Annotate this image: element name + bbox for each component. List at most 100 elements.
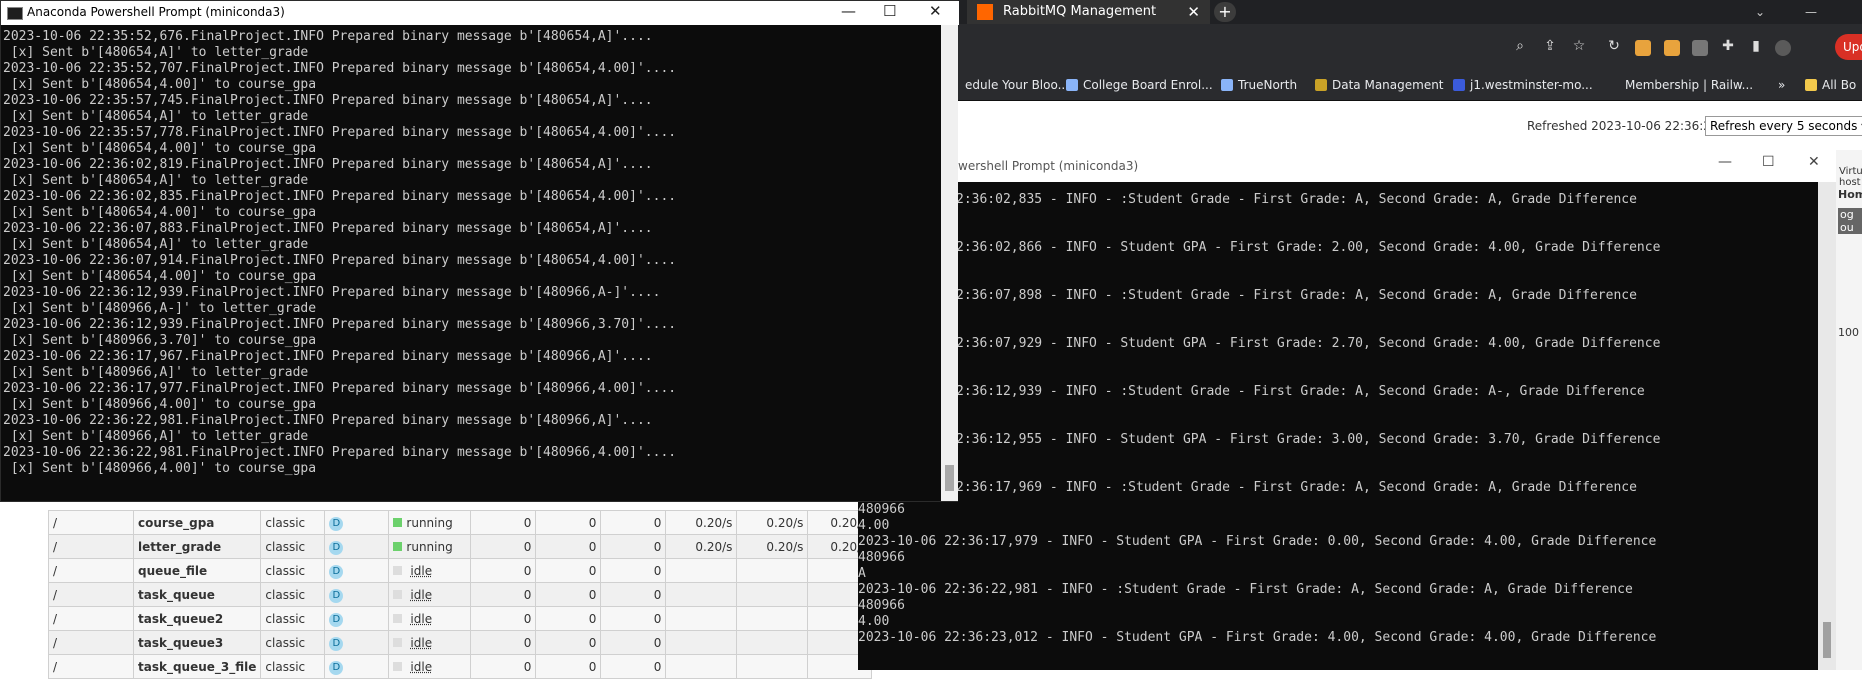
terminal-line: [x] Sent b'[480654,A]' to letter_grade bbox=[3, 173, 309, 188]
globe-icon bbox=[1066, 79, 1078, 91]
queue-cell-state: idle bbox=[388, 606, 472, 631]
queue-cell-name[interactable]: letter_grade bbox=[132, 534, 262, 559]
queue-cell-name[interactable]: task_queue3 bbox=[132, 630, 262, 655]
extension-reload-icon[interactable]: ↻ bbox=[1606, 38, 1622, 54]
tab-close-icon[interactable]: ✕ bbox=[1187, 0, 1200, 24]
right-terminal-titlebar: wershell Prompt (miniconda3) — ☐ ✕ bbox=[858, 150, 1862, 182]
queue-cell-unacked: 0 bbox=[535, 630, 602, 655]
queue-cell-vhost: / bbox=[48, 654, 134, 679]
logout-button-fragment[interactable]: og ou bbox=[1838, 208, 1862, 234]
scrollbar-thumb[interactable] bbox=[945, 465, 954, 491]
maximize-icon[interactable]: ☐ bbox=[1762, 154, 1775, 170]
durable-badge: D bbox=[329, 588, 344, 603]
browser-toolbar: ⌕ ⇪ ☆ ↻ ✚ ▮ Upd bbox=[955, 24, 1862, 70]
queue-cell-name[interactable]: task_queue_3_file bbox=[132, 654, 262, 679]
queue-cell-name[interactable]: task_queue2 bbox=[132, 606, 262, 631]
terminal-line: 480966 bbox=[858, 598, 905, 613]
durable-badge: D bbox=[329, 516, 344, 531]
queue-cell-state: idle bbox=[388, 630, 472, 655]
refresh-interval-select[interactable]: Refresh every 5 seconds ▾ bbox=[1705, 116, 1862, 136]
tab-search-icon[interactable]: ⌄ bbox=[1755, 0, 1765, 24]
queue-cell-name[interactable]: course_gpa bbox=[132, 510, 262, 535]
bookmark-label: TrueNorth bbox=[1238, 78, 1298, 92]
bookmark-item[interactable]: edule Your Bloo... bbox=[965, 70, 1069, 100]
right-terminal-title: wershell Prompt (miniconda3) bbox=[958, 159, 1139, 173]
queue-cell-ready: 0 bbox=[470, 534, 537, 559]
bookmark-item[interactable]: College Board Enrol... bbox=[1066, 70, 1213, 100]
durable-badge: D bbox=[329, 636, 344, 651]
queue-cell-total: 0 bbox=[600, 630, 667, 655]
left-terminal-scrollbar[interactable] bbox=[941, 25, 958, 501]
bookmark-item[interactable]: Membership | Railw... bbox=[1625, 70, 1753, 100]
bookmark-item[interactable]: TrueNorth bbox=[1221, 70, 1297, 100]
share-icon[interactable]: ⇪ bbox=[1542, 38, 1558, 54]
queue-cell-vhost: / bbox=[48, 534, 134, 559]
terminal-line: 2:36:07,929 - INFO - Student GPA - First… bbox=[956, 336, 1661, 351]
bookmark-item[interactable]: Data Management bbox=[1315, 70, 1444, 100]
left-terminal-output[interactable]: 2023-10-06 22:35:52,676.FinalProject.INF… bbox=[1, 25, 941, 501]
extension-icon-3[interactable] bbox=[1692, 40, 1708, 56]
extensions-puzzle-icon[interactable]: ✚ bbox=[1720, 38, 1736, 54]
maximize-icon[interactable]: ☐ bbox=[883, 2, 896, 20]
bookmark-item[interactable]: j1.westminster-mo... bbox=[1453, 70, 1593, 100]
queue-row: / course_gpa classic Drunning 0 0 0 0.20/s 0.20/… bbox=[48, 510, 873, 535]
close-icon[interactable]: ✕ bbox=[929, 2, 942, 20]
folder-icon bbox=[1805, 79, 1817, 91]
profile-avatar-icon[interactable] bbox=[1775, 40, 1791, 56]
left-terminal-window: Anaconda Powershell Prompt (miniconda3) … bbox=[0, 0, 959, 502]
left-terminal-title: Anaconda Powershell Prompt (miniconda3) bbox=[27, 5, 285, 19]
queue-cell-total: 0 bbox=[600, 534, 667, 559]
virtual-host-label: Virtual host bbox=[1839, 166, 1862, 188]
browser-window: RabbitMQ Management ✕ + ⌄ — ⌕ ⇪ ☆ ↻ ✚ ▮ … bbox=[955, 0, 1862, 150]
state-label: running bbox=[406, 539, 453, 554]
queue-cell-name[interactable]: task_queue bbox=[132, 582, 262, 607]
side-panel-icon[interactable]: ▮ bbox=[1748, 38, 1764, 54]
queue-cell-deliver bbox=[736, 630, 809, 655]
bookmark-item[interactable]: All Bo bbox=[1805, 70, 1856, 100]
queue-cell-features: D bbox=[324, 510, 390, 535]
browser-page-edge: Virtual host Hom og ou 100 bbox=[1836, 150, 1862, 670]
right-terminal-scrollbar[interactable] bbox=[1818, 182, 1836, 670]
terminal-line: 2023-10-06 22:36:22,981.FinalProject.INF… bbox=[3, 413, 653, 428]
queue-cell-state: idle bbox=[388, 558, 472, 583]
queue-cell-type: classic bbox=[260, 606, 326, 631]
queue-row: / task_queue classic Didle 0 0 0 bbox=[48, 582, 873, 607]
tab-title: RabbitMQ Management bbox=[1003, 4, 1157, 19]
queue-cell-incoming bbox=[665, 606, 738, 631]
queue-cell-type: classic bbox=[260, 654, 326, 679]
queue-row: / letter_grade classic Drunning 0 0 0 0.20/s 0.2… bbox=[48, 534, 873, 559]
terminal-line: 2023-10-06 22:36:17,967.FinalProject.INF… bbox=[3, 349, 653, 364]
right-terminal-output[interactable]: 2:36:02,835 - INFO - :Student Grade - Fi… bbox=[858, 182, 1818, 670]
tab-rabbitmq[interactable]: RabbitMQ Management ✕ bbox=[967, 0, 1210, 24]
extension-icon-1[interactable] bbox=[1635, 40, 1651, 56]
scrollbar-thumb[interactable] bbox=[1823, 622, 1831, 658]
extension-icon-2[interactable] bbox=[1664, 40, 1680, 56]
refresh-interval-value: Refresh every 5 seconds bbox=[1710, 119, 1858, 133]
terminal-line: [x] Sent b'[480654,4.00]' to course_gpa bbox=[3, 205, 317, 220]
home-link-fragment[interactable]: Hom bbox=[1838, 188, 1862, 201]
minimize-icon[interactable]: — bbox=[1718, 154, 1732, 170]
queue-cell-type: classic bbox=[260, 630, 326, 655]
terminal-line: [x] Sent b'[480654,A]' to letter_grade bbox=[3, 45, 309, 60]
zoom-search-icon[interactable]: ⌕ bbox=[1512, 38, 1528, 54]
minimize-icon[interactable]: — bbox=[841, 2, 856, 20]
new-tab-button[interactable]: + bbox=[1214, 2, 1236, 22]
browser-minimize-icon[interactable]: — bbox=[1805, 0, 1817, 24]
queue-row: / task_queue2 classic Didle 0 0 0 bbox=[48, 606, 873, 631]
terminal-line: 2:36:07,898 - INFO - :Student Grade - Fi… bbox=[956, 288, 1637, 303]
browser-tab-bar: RabbitMQ Management ✕ + ⌄ — bbox=[955, 0, 1862, 24]
more-bookmarks-icon[interactable]: » bbox=[1778, 70, 1785, 100]
bookmark-star-icon[interactable]: ☆ bbox=[1571, 38, 1587, 54]
state-label: idle bbox=[410, 659, 433, 674]
queue-cell-name[interactable]: queue_file bbox=[132, 558, 262, 583]
terminal-line: 2:36:02,835 - INFO - :Student Grade - Fi… bbox=[956, 192, 1637, 207]
queue-cell-total: 0 bbox=[600, 606, 667, 631]
terminal-line: 2023-10-06 22:36:07,914.FinalProject.INF… bbox=[3, 253, 677, 268]
update-button[interactable]: Upd bbox=[1835, 34, 1862, 60]
terminal-line: 2:36:17,969 - INFO - :Student Grade - Fi… bbox=[956, 480, 1637, 495]
close-icon[interactable]: ✕ bbox=[1808, 154, 1820, 170]
state-indicator-icon bbox=[393, 565, 403, 575]
queue-cell-features: D bbox=[324, 582, 390, 607]
queue-cell-state: running bbox=[388, 510, 472, 535]
state-indicator-icon bbox=[393, 541, 403, 551]
